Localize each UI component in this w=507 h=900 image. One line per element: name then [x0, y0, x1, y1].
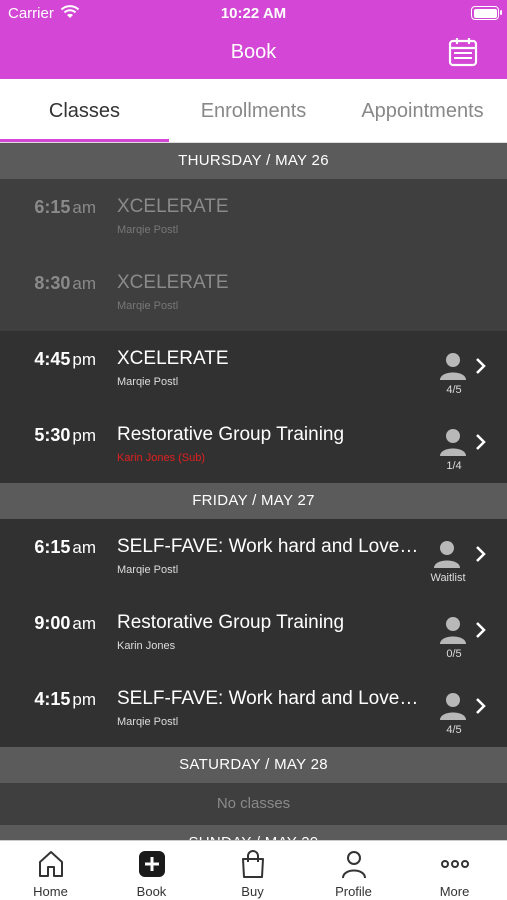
person-icon — [440, 429, 466, 456]
class-row[interactable]: 8:30 am XCELERATE Marqie Postl — [0, 255, 507, 331]
class-name: XCELERATE — [117, 348, 229, 369]
class-time: 8:30 am — [34, 273, 96, 293]
tabbar-buy[interactable]: Buy — [202, 841, 303, 900]
tabbar-profile[interactable]: Profile — [303, 841, 404, 900]
tabbar-label: Profile — [335, 884, 372, 899]
chevron-right-icon[interactable] — [474, 433, 488, 451]
class-name: SELF-FAVE: Work hard and Love Yourself — [117, 688, 422, 709]
class-row[interactable]: 6:15am SELF-FAVE: Work hard and Love You… — [0, 519, 507, 595]
chevron-right-icon[interactable] — [474, 621, 488, 639]
tabbar-label: Book — [136, 884, 167, 899]
class-name: SELF-FAVE: Work hard and Love Yourself — [117, 536, 422, 557]
chevron-right-icon[interactable] — [474, 357, 488, 375]
class-time: 4:15 pm — [34, 689, 96, 709]
calendar-icon[interactable] — [447, 36, 479, 68]
class-name: XCELERATE — [117, 196, 229, 217]
class-name: XCELERATE — [117, 272, 229, 293]
class-row[interactable]: 6:15 am XCELERATE Marqie Postl — [0, 179, 507, 255]
instructor-name: Marqie Postl — [117, 300, 179, 312]
class-time: 4:45 pm — [34, 349, 96, 369]
class-time: 6:15 am — [34, 197, 96, 217]
header-bar: Carrier 10:22 AM Book — [0, 0, 507, 79]
chevron-right-icon[interactable] — [474, 697, 488, 715]
tabbar-label: More — [439, 884, 470, 899]
person-icon — [434, 541, 460, 568]
instructor-name: Marqie Postl — [117, 716, 179, 728]
person-icon — [440, 617, 466, 644]
shopping-bag-icon — [242, 850, 264, 878]
segment-tabs: Classes Enrollments Appointments — [0, 79, 507, 143]
battery-icon — [471, 6, 502, 20]
status-time: 10:22 AM — [220, 5, 287, 22]
class-capacity: 4/5 — [446, 724, 462, 736]
tabbar-home[interactable]: Home — [0, 841, 101, 900]
substitute-instructor-name: Karin Jones (Sub) — [117, 452, 206, 464]
class-time: 5:30 pm — [34, 425, 96, 445]
class-capacity: Waitlist — [430, 572, 466, 584]
class-time: 6:15 am — [34, 537, 96, 557]
person-icon — [440, 353, 466, 380]
day-header: SUNDAY / MAY 29 — [0, 825, 507, 840]
class-capacity: 0/5 — [446, 648, 462, 660]
instructor-name: Marqie Postl — [117, 564, 179, 576]
day-section: 6:15am SELF-FAVE: Work hard and Love You… — [0, 519, 507, 747]
active-tab-indicator — [0, 139, 169, 142]
class-capacity: 1/4 — [446, 460, 462, 472]
day-header: FRIDAY / MAY 27 — [0, 483, 507, 519]
tabbar-book[interactable]: Book — [101, 841, 202, 900]
book-screen: Carrier 10:22 AM Book Classes Enrollment… — [0, 0, 507, 900]
more-icon — [441, 860, 469, 868]
class-row[interactable]: 5:30 pm Restorative Group Training Karin … — [0, 407, 507, 483]
instructor-name: Karin Jones — [117, 640, 176, 652]
person-icon — [440, 693, 466, 720]
day-section: 6:15 am XCELERATE Marqie Postl 8:30 am XCE… — [0, 179, 507, 483]
day-header: THURSDAY / MAY 26 — [0, 143, 507, 179]
page-title: Book — [230, 41, 277, 63]
class-capacity: 4/5 — [446, 384, 462, 396]
tab-appointments[interactable]: Appointments — [338, 79, 507, 143]
instructor-name: Marqie Postl — [117, 224, 179, 236]
instructor-name: Marqie Postl — [117, 376, 179, 388]
tab-enrollments[interactable]: Enrollments — [169, 79, 338, 143]
chevron-right-icon[interactable] — [474, 545, 488, 563]
no-classes-message: No classes — [0, 783, 507, 825]
tabbar-label: Buy — [241, 884, 264, 899]
class-row[interactable]: 9:00 am Restorative Group Training Karin … — [0, 595, 507, 671]
day-header: SATURDAY / MAY 28 — [0, 747, 507, 783]
bottom-tab-bar: Home Book Buy Profile More — [0, 840, 507, 900]
tabbar-more[interactable]: More — [404, 841, 505, 900]
class-row[interactable]: 4:45 pm XCELERATE Marqie Postl 4/5 — [0, 331, 507, 407]
class-name: Restorative Group Training — [117, 424, 345, 445]
book-plus-icon — [139, 851, 165, 877]
tabbar-label: Home — [33, 884, 68, 899]
class-time: 9:00 am — [34, 613, 96, 633]
status-bar: Carrier 10:22 AM — [0, 0, 507, 28]
profile-icon — [342, 851, 366, 879]
tab-classes[interactable]: Classes — [0, 79, 169, 143]
class-schedule-list[interactable]: THURSDAY / MAY 26 6:15 am XCELERATE Marqi… — [0, 143, 507, 840]
class-row[interactable]: 4:15pm SELF-FAVE: Work hard and Love You… — [0, 671, 507, 747]
class-name: Restorative Group Training — [117, 612, 345, 633]
home-icon — [39, 851, 63, 877]
